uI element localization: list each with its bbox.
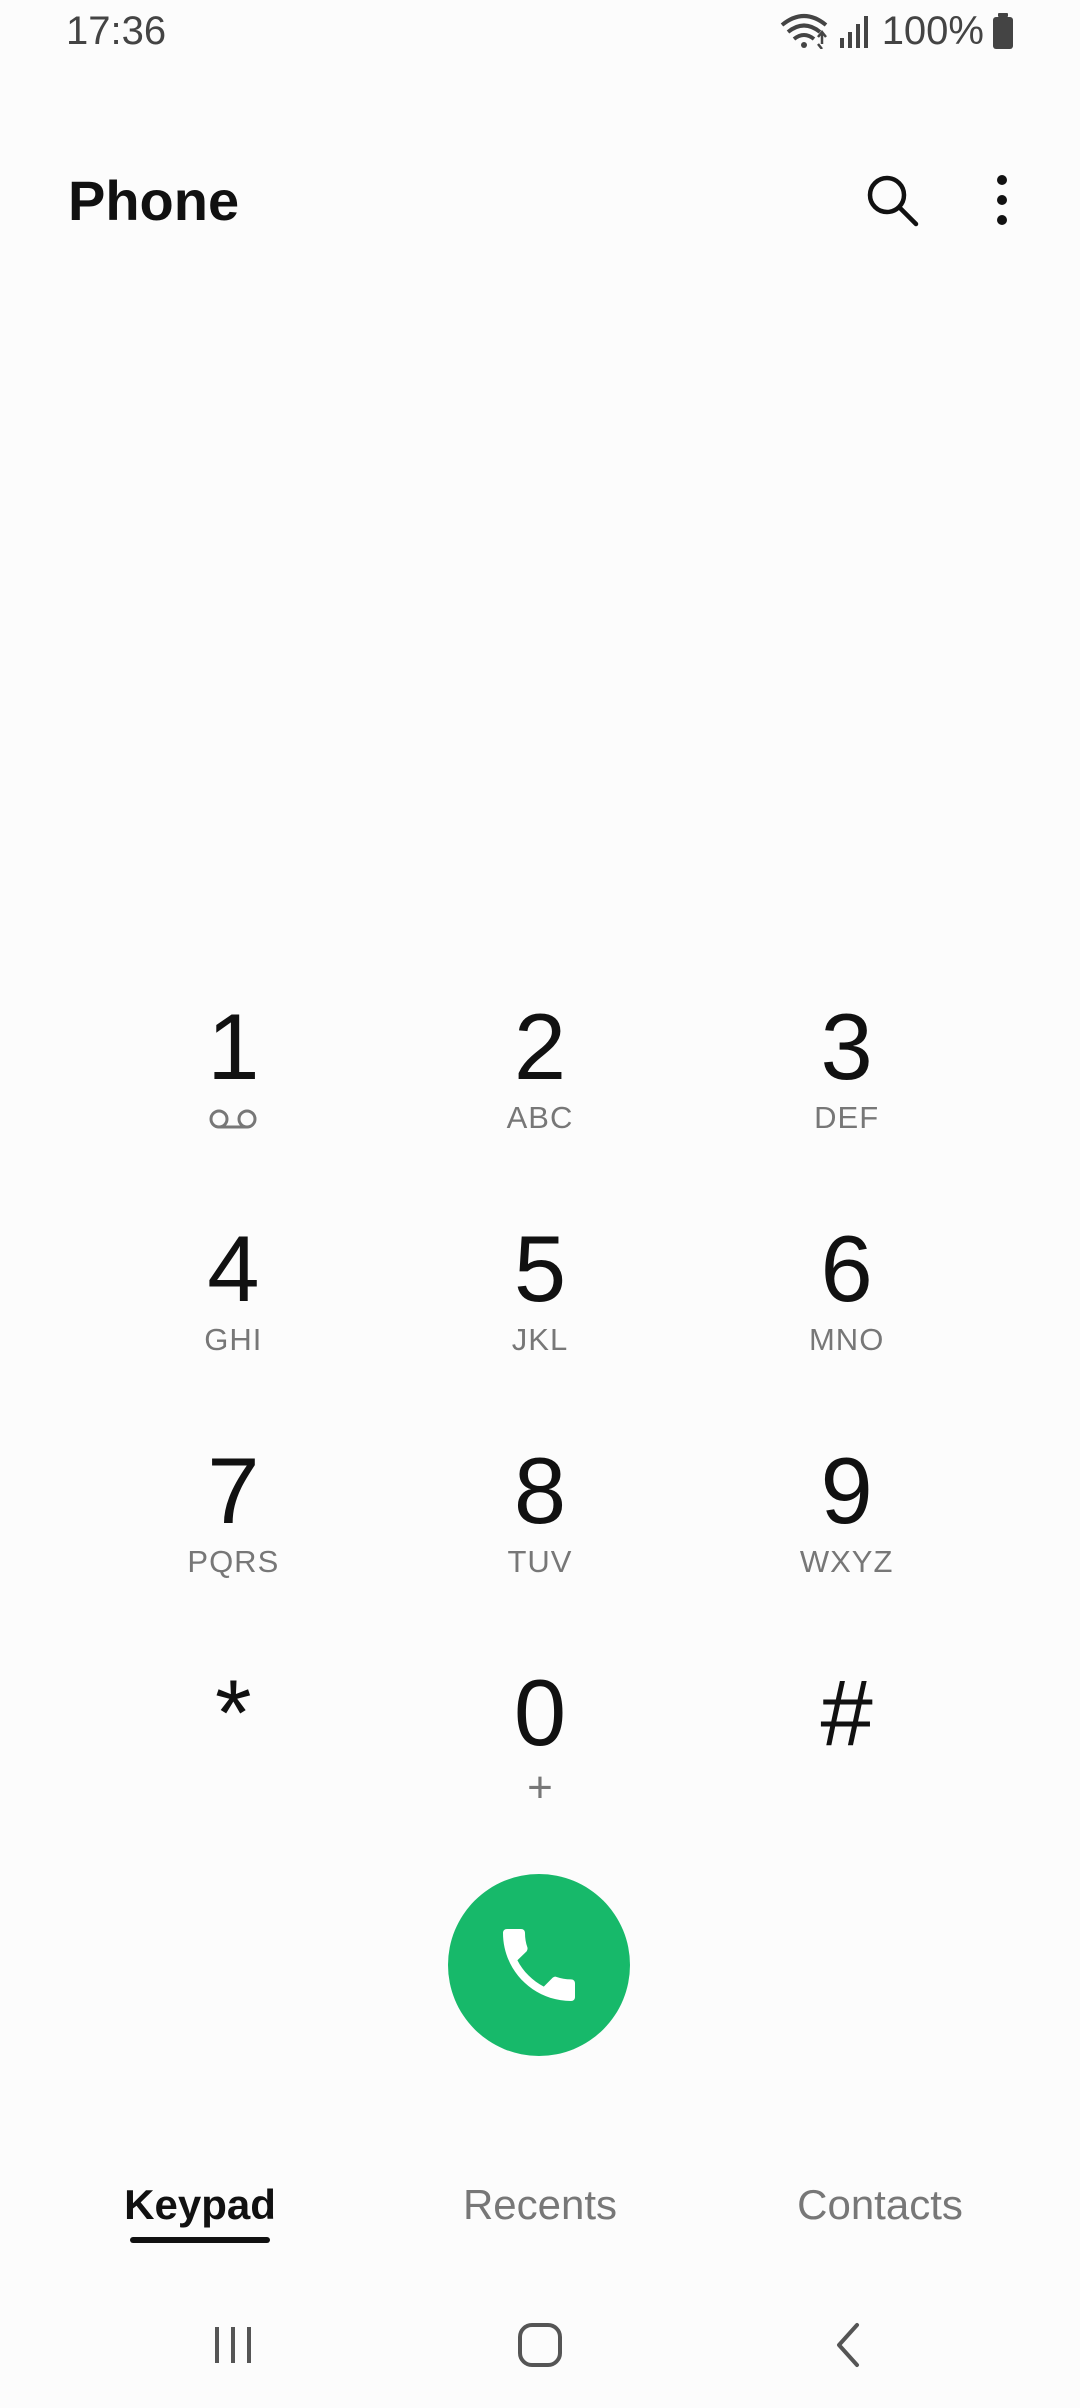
key-letters: WXYZ — [799, 1544, 894, 1579]
key-letters: JKL — [511, 1322, 569, 1357]
more-options-icon — [997, 175, 1007, 225]
key-0[interactable]: 0 + — [387, 1646, 694, 1868]
active-tab-indicator — [130, 2237, 270, 2243]
key-4[interactable]: 4 GHI — [80, 1202, 387, 1424]
app-bar-actions — [854, 162, 1040, 238]
key-letters: GHI — [204, 1322, 263, 1357]
back-button[interactable] — [787, 2300, 907, 2390]
key-digit: 3 — [820, 994, 873, 1099]
tab-contacts[interactable]: Contacts — [730, 2167, 1030, 2243]
page-title: Phone — [68, 168, 240, 232]
tab-recents[interactable]: Recents — [390, 2167, 690, 2243]
search-button[interactable] — [854, 162, 930, 238]
key-letters: ABC — [506, 1100, 574, 1135]
key-star[interactable]: * — [80, 1646, 387, 1868]
key-3[interactable]: 3 DEF — [693, 980, 1000, 1202]
call-button[interactable] — [448, 1874, 630, 2056]
tab-label: Keypad — [124, 2181, 276, 2228]
key-digit: 2 — [513, 994, 567, 1099]
key-digit: 6 — [820, 1216, 873, 1321]
tab-label: Contacts — [797, 2181, 963, 2228]
key-7[interactable]: 7 PQRS — [80, 1424, 387, 1646]
home-button[interactable] — [480, 2300, 600, 2390]
tab-keypad[interactable]: Keypad — [50, 2167, 350, 2243]
key-digit: 0 — [513, 1660, 567, 1765]
search-icon — [867, 175, 919, 227]
key-2[interactable]: 2 ABC — [387, 980, 694, 1202]
key-letters: PQRS — [187, 1544, 280, 1579]
status-icons: 100% — [778, 9, 1014, 54]
more-options-button[interactable] — [964, 162, 1040, 238]
key-letters: TUV — [507, 1544, 573, 1579]
signal-icon — [838, 14, 874, 48]
key-digit: * — [215, 1660, 252, 1765]
key-9[interactable]: 9 WXYZ — [693, 1424, 1000, 1646]
app-bar: Phone — [0, 150, 1080, 250]
bottom-tabs: Keypad Recents Contacts — [0, 2150, 1080, 2260]
key-letters: MNO — [808, 1322, 885, 1357]
key-letters: + — [527, 1763, 553, 1812]
phone-call-icon — [503, 1929, 575, 2001]
key-letters: DEF — [814, 1100, 880, 1135]
key-5[interactable]: 5 JKL — [387, 1202, 694, 1424]
recent-apps-icon — [215, 2327, 252, 2363]
key-1[interactable]: 1 — [80, 980, 387, 1202]
key-digit: 1 — [207, 994, 260, 1099]
dial-keypad: 1 2 ABC 3 DEF 4 GHI 5 JKL 6 MNO 7 PQRS 8… — [0, 980, 1080, 1868]
key-digit: 8 — [513, 1438, 567, 1543]
phone-app-screen: 17:36 100% Phone 1 2 ABC 3 DEF 4 GHI 5 J… — [0, 0, 1080, 2408]
key-digit: # — [820, 1660, 873, 1765]
back-icon — [836, 2323, 859, 2367]
key-8[interactable]: 8 TUV — [387, 1424, 694, 1646]
system-nav-bar — [0, 2290, 1080, 2400]
battery-icon — [992, 13, 1014, 49]
status-time: 17:36 — [66, 8, 167, 53]
wifi-icon — [778, 13, 830, 49]
key-digit: 7 — [207, 1438, 260, 1543]
key-hash[interactable]: # — [693, 1646, 1000, 1868]
key-6[interactable]: 6 MNO — [693, 1202, 1000, 1424]
key-digit: 9 — [820, 1438, 873, 1543]
recent-apps-button[interactable] — [173, 2300, 293, 2390]
status-bar: 17:36 100% — [0, 0, 1080, 62]
battery-percentage: 100% — [881, 8, 984, 53]
voicemail-icon — [208, 1104, 258, 1134]
key-digit: 4 — [207, 1216, 260, 1321]
home-icon — [517, 2323, 562, 2367]
key-digit: 5 — [513, 1216, 567, 1321]
tab-label: Recents — [462, 2181, 618, 2228]
